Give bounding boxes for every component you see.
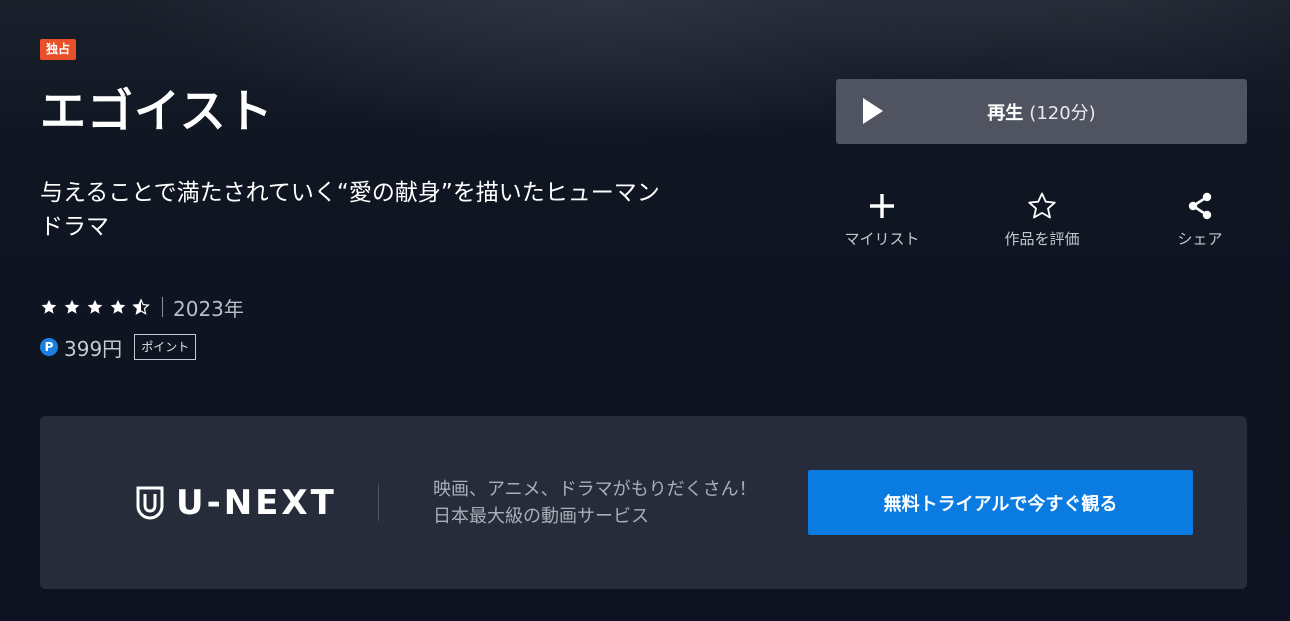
banner-divider <box>378 484 379 521</box>
star-outline-icon <box>1028 192 1056 219</box>
star-full-icon <box>64 299 80 314</box>
plus-icon <box>870 194 894 218</box>
rate-button[interactable]: 作品を評価 <box>982 190 1102 249</box>
promo-text: 映画、アニメ、ドラマがもりだくさん！ 日本最大級の動画サービス <box>433 476 757 530</box>
play-button[interactable]: 再生 (120分) <box>836 79 1247 144</box>
catchcopy: 与えることで満たされていく“愛の献身”を描いたヒューマン ドラマ <box>40 176 690 244</box>
catchcopy-line-1: 与えることで満たされていく“愛の献身”を描いたヒューマン <box>40 180 660 206</box>
mylist-button[interactable]: マイリスト <box>822 190 942 249</box>
page: 独占 エゴイスト 与えることで満たされていく“愛の献身”を描いたヒューマン ドラ… <box>0 0 1290 621</box>
rating-stars <box>40 298 150 316</box>
action-bar: マイリスト 作品を評価 シェア <box>836 190 1247 260</box>
play-button-label: 再生 <box>987 102 1024 124</box>
share-button[interactable]: シェア <box>1140 190 1260 249</box>
unext-shield-icon <box>136 486 164 520</box>
page-title: エゴイスト <box>40 84 274 138</box>
price-amount: 399円 <box>64 336 123 361</box>
rate-label: 作品を評価 <box>1004 230 1080 248</box>
exclusive-badge: 独占 <box>40 39 77 60</box>
star-full-icon <box>110 299 126 314</box>
mylist-label: マイリスト <box>844 230 920 248</box>
star-half-icon <box>132 298 150 315</box>
signup-banner: U-NEXT 映画、アニメ、ドラマがもりだくさん！ 日本最大級の動画サービス 無… <box>40 416 1247 589</box>
star-full-icon <box>87 299 103 314</box>
price-row: P 399円 ポイント <box>40 332 197 362</box>
free-trial-button[interactable]: 無料トライアルで今すぐ観る <box>808 470 1193 535</box>
play-duration: (120分) <box>1029 102 1096 124</box>
promo-line-1: 映画、アニメ、ドラマがもりだくさん！ <box>433 479 757 500</box>
share-label: シェア <box>1177 230 1223 248</box>
play-icon <box>863 98 883 124</box>
point-tag: ポイント <box>134 334 197 360</box>
unext-logo: U-NEXT <box>136 483 337 523</box>
meta-divider <box>162 297 163 317</box>
release-year: 2023年 <box>173 296 244 321</box>
logo-text: U-NEXT <box>176 483 337 523</box>
promo-line-2: 日本最大級の動画サービス <box>433 506 649 527</box>
point-icon: P <box>40 338 58 356</box>
star-full-icon <box>41 299 57 314</box>
share-icon <box>1188 192 1212 220</box>
meta-row: 2023年 <box>40 293 244 321</box>
catchcopy-line-2: ドラマ <box>40 214 109 240</box>
